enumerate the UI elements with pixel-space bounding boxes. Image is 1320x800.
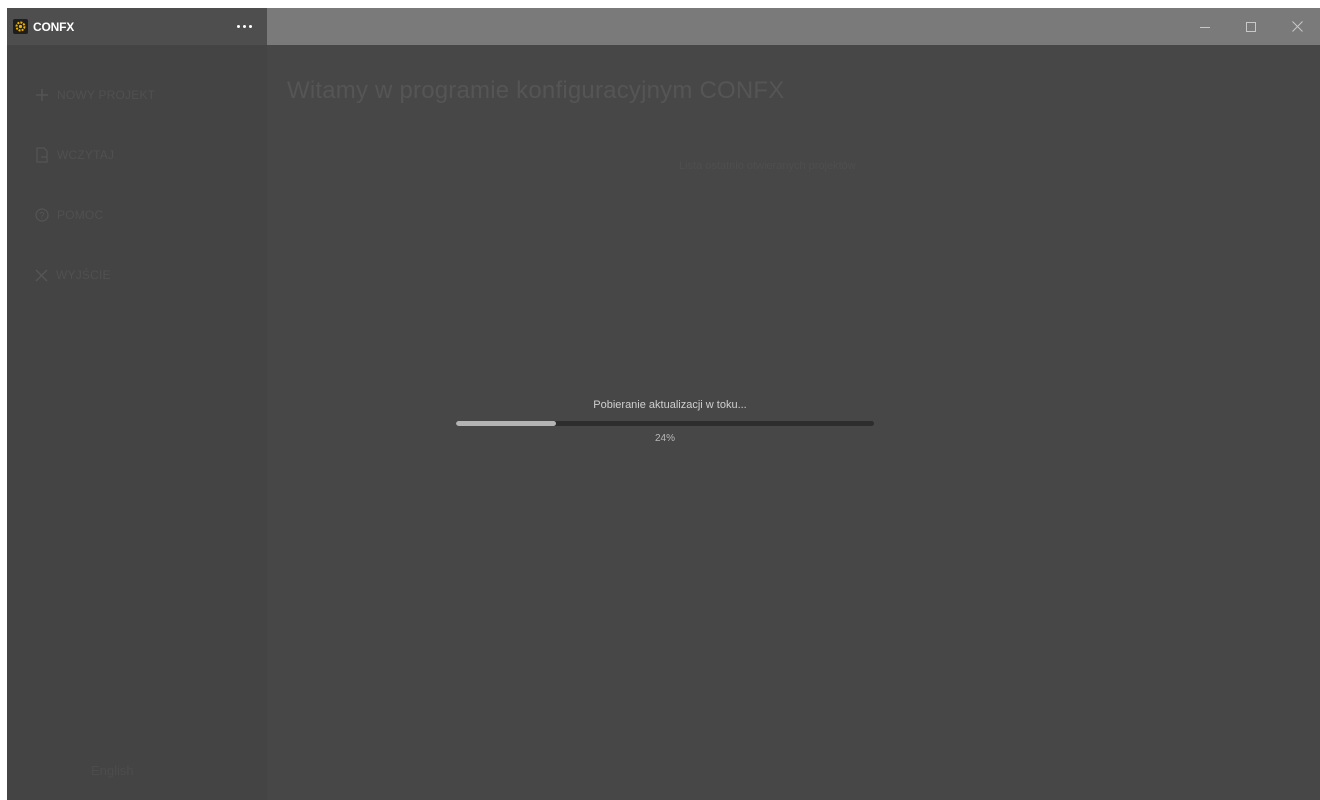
more-options-button[interactable] [231, 16, 257, 36]
plus-icon [36, 89, 48, 101]
progress-label: Pobieranie aktualizacji w toku... [593, 399, 747, 411]
sidebar-item-exit[interactable]: WYJŚCIE [35, 265, 111, 285]
sidebar-item-help[interactable]: ? POMOC [35, 205, 103, 225]
file-icon [36, 147, 48, 163]
more-dot-icon [242, 24, 246, 28]
progress-percent: 24% [654, 433, 675, 444]
more-dot-icon [248, 24, 252, 28]
app-logo-icon [13, 19, 28, 34]
maximize-button[interactable] [1228, 8, 1274, 45]
close-icon [35, 269, 48, 281]
sidebar-item-label: POMOC [57, 208, 104, 222]
svg-text:?: ? [39, 211, 44, 221]
maximize-icon [1246, 21, 1256, 32]
sidebar-item-load[interactable]: WCZYTAJ [35, 145, 114, 165]
sidebar-item-new-project[interactable]: NOWY PROJEKT [35, 85, 155, 105]
more-dot-icon [236, 24, 240, 28]
update-progress: Pobieranie aktualizacji w toku... 24% [456, 398, 874, 444]
close-icon [1291, 21, 1303, 32]
sidebar-item-label: NOWY PROJEKT [57, 88, 156, 102]
page-title: Witamy w programie konfiguracyjnym CONFX [287, 77, 785, 104]
sidebar-item-label: WCZYTAJ [57, 148, 115, 162]
title-bar[interactable]: CONFX [7, 8, 1320, 45]
help-icon: ? [35, 208, 49, 222]
progress-bar-fill [456, 421, 557, 426]
sidebar: NOWY PROJEKT WCZYTAJ ? POMOC WYJŚCIE Eng… [7, 45, 267, 800]
minimize-button[interactable] [1182, 8, 1228, 45]
window-controls [1182, 8, 1320, 45]
minimize-icon [1200, 26, 1210, 28]
language-switch[interactable]: English [91, 763, 134, 778]
progress-bar [456, 421, 874, 426]
title-bar-app-area: CONFX [7, 8, 267, 45]
app-window: CONFX NOWY PROJEKT WCZYTAJ ? POMOC WYJŚC… [7, 8, 1320, 800]
app-title: CONFX [33, 19, 75, 34]
sidebar-item-label: WYJŚCIE [56, 268, 111, 282]
recent-projects-link[interactable]: Lista ostatnio otwieranych projektów [679, 160, 856, 172]
close-button[interactable] [1274, 8, 1320, 45]
